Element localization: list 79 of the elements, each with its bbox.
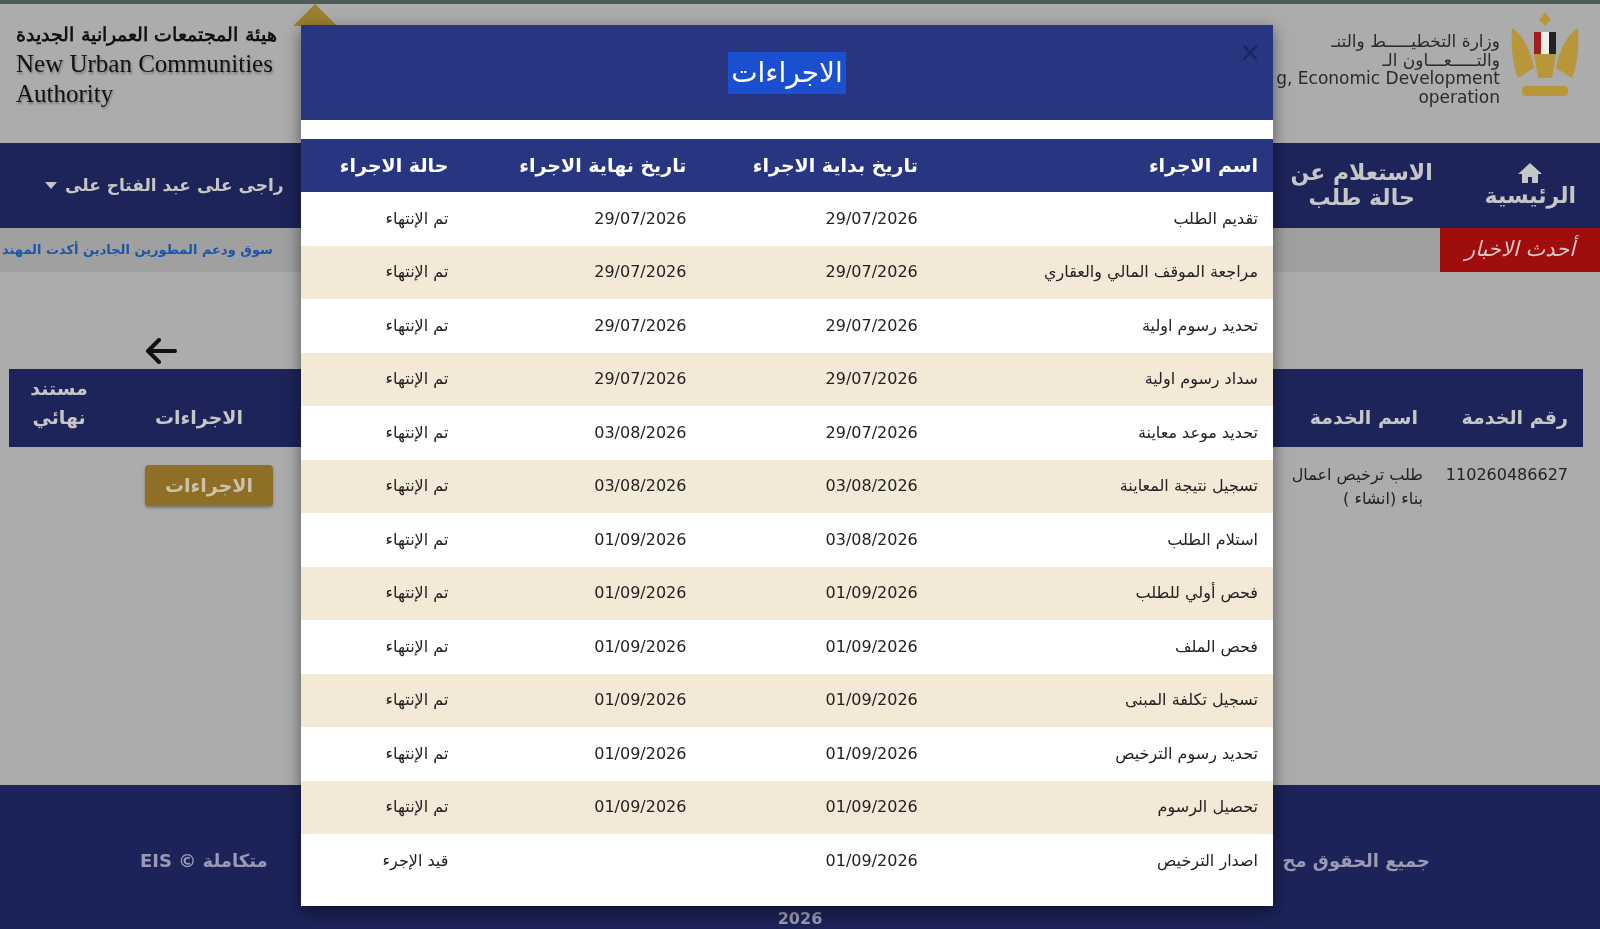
ministry-name: وزارة التخطيـــــط والتنـ (1330, 32, 1500, 51)
table-cell: 03/08/2026 (594, 422, 687, 442)
table-cell: 29/07/2026 (825, 369, 918, 389)
authority-name-english: New Urban Communities Authority (16, 48, 274, 109)
table-cell: 01/09/2026 (594, 583, 687, 603)
table-cell: مراجعة الموقف المالي والعقاري (1044, 262, 1258, 282)
copyright-year: 2026 (776, 908, 824, 929)
table-cell: تسجيل نتيجة المعاينة (1119, 476, 1258, 496)
table-cell: تم الإنتهاء (385, 315, 449, 335)
table-cell: تم الإنتهاء (385, 690, 449, 710)
caret-icon (45, 182, 57, 189)
table-cell: 29/07/2026 (594, 262, 687, 282)
table-cell: 03/08/2026 (594, 476, 687, 496)
table-cell: تم الإنتهاء (385, 529, 449, 549)
column-header: تاريخ نهاية الاجراء (463, 139, 702, 192)
table-cell: تم الإنتهاء (385, 743, 449, 763)
table-cell: 01/09/2026 (594, 797, 687, 817)
column-header: اسم الخدمة (1308, 404, 1419, 430)
table-cell: 29/07/2026 (825, 422, 918, 442)
table-cell: 03/08/2026 (825, 529, 918, 549)
user-menu[interactable]: راجى على عبد الفتاح على (45, 176, 284, 195)
table-cell: تحديد رسوم الترخيص (1115, 743, 1258, 763)
table-cell: سداد رسوم اولية (1144, 369, 1258, 389)
column-header: مستند نهائي (29, 376, 89, 431)
nav-link[interactable]: الرئيسية (1484, 162, 1576, 209)
table-cell: تحصيل الرسوم (1157, 797, 1258, 817)
table-cell: 01/09/2026 (594, 743, 687, 763)
table-cell: 01/09/2026 (825, 583, 918, 603)
table-cell: 29/07/2026 (825, 208, 918, 228)
table-cell: تسجيل تكلفة المبنى (1125, 690, 1258, 710)
table-cell: 01/09/2026 (825, 850, 918, 870)
column-header: حالة الاجراء (301, 139, 464, 192)
table-cell: 29/07/2026 (594, 369, 687, 389)
table-cell: تم الإنتهاء (385, 262, 449, 282)
table-cell: قيد الإجرء (382, 850, 449, 870)
table-cell: 01/09/2026 (594, 690, 687, 710)
modal-title: الاجراءات (728, 51, 846, 94)
table-cell-text: 110260486627 (1444, 464, 1569, 486)
table-cell: تم الإنتهاء (385, 422, 449, 442)
ministry-name: والتـــــعـــاون الـ (1382, 50, 1500, 70)
column-header: رقم الخدمة (1460, 404, 1569, 431)
table-cell: تم الإنتهاء (385, 208, 449, 228)
table-cell: 29/07/2026 (594, 315, 687, 335)
triangle-logo-icon (292, 4, 337, 26)
ministry-name: g, Economic Development (1276, 69, 1500, 89)
table-cell: تم الإنتهاء (385, 583, 449, 603)
authority-name-arabic: هيئة المجتمعات العمرانية الجديدة (16, 22, 277, 48)
table-cell: 01/09/2026 (594, 636, 687, 656)
nav-link[interactable]: الاستعلام عن حالة طلب (1286, 161, 1437, 210)
table-cell: 01/09/2026 (825, 690, 918, 710)
column-header: تاريخ بداية الاجراء (701, 139, 933, 192)
column-header: اسم الاجراء (932, 139, 1273, 192)
table-cell: 03/08/2026 (825, 476, 918, 496)
table-cell: 01/09/2026 (825, 636, 918, 656)
platform-text: متكاملة © EIS (140, 849, 268, 873)
table-cell: 01/09/2026 (825, 797, 918, 817)
table-cell: تحديد رسوم اولية (1142, 315, 1258, 335)
table-cell: 01/09/2026 (825, 743, 918, 763)
table-cell: تم الإنتهاء (385, 636, 449, 656)
table-cell: 29/07/2026 (594, 208, 687, 228)
table-cell: استلام الطلب (1167, 529, 1258, 549)
copyright-text: جميع الحقوق مح (1282, 849, 1430, 874)
ministry-name: operation (1418, 88, 1500, 107)
table-cell: تم الإنتهاء (385, 476, 449, 496)
back-arrow-icon[interactable] (145, 338, 177, 364)
table-cell: تم الإنتهاء (385, 369, 449, 389)
table-cell: تم الإنتهاء (385, 797, 449, 817)
news-label: أحدث الاخبار (1440, 228, 1600, 272)
table-cell: اصدار الترخيص (1157, 850, 1258, 870)
table-cell: فحص الملف (1174, 636, 1258, 656)
table-cell: فحص أولي للطلب (1135, 583, 1258, 603)
table-cell: 29/07/2026 (825, 315, 918, 335)
column-header: الاجراءات (154, 404, 244, 431)
table-cell: 29/07/2026 (825, 262, 918, 282)
table-cell-text: طلب ترخيص اعمال بناء (انشاء ) (1290, 464, 1424, 510)
home-icon (1517, 162, 1544, 185)
table-cell: 01/09/2026 (594, 529, 687, 549)
table-cell: تحديد موعد معاينة (1138, 422, 1258, 442)
table-cell: تقديم الطلب (1173, 208, 1258, 228)
